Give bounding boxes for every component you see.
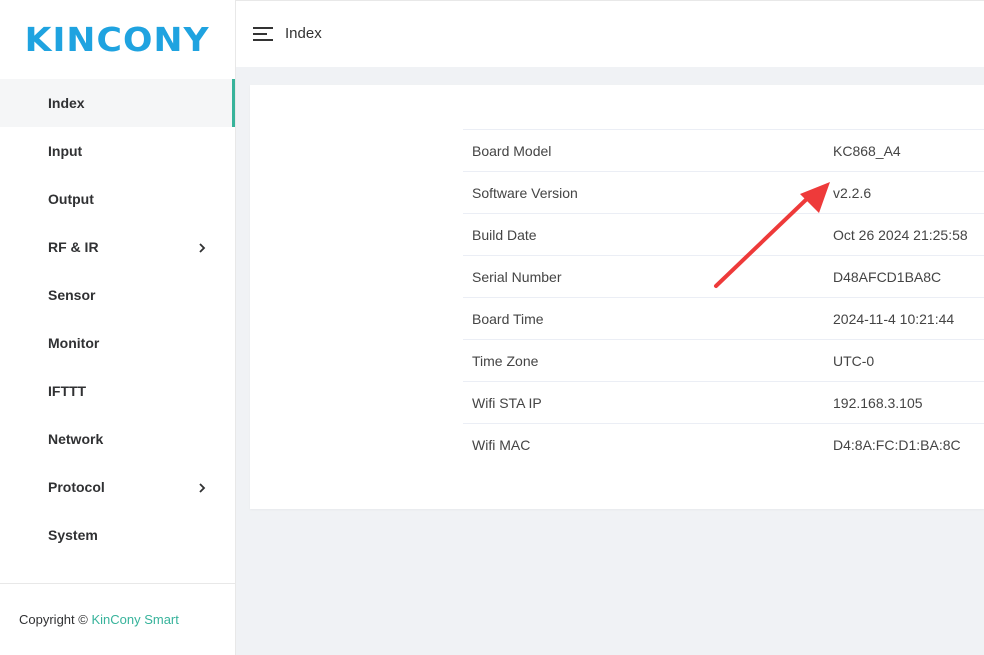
logo-text: KINCONY: [24, 20, 211, 59]
sidebar-item-label: Protocol: [48, 479, 105, 495]
copyright-prefix: Copyright ©: [19, 612, 88, 627]
sidebar-item-label: Monitor: [48, 335, 100, 351]
row-key: Board Model: [463, 129, 824, 172]
row-value: UTC-0: [824, 339, 984, 382]
table-row: Wifi MAC D4:8A:FC:D1:BA:8C: [463, 423, 984, 466]
row-key: Time Zone: [463, 339, 824, 382]
table-row: Time Zone UTC-0: [463, 339, 984, 382]
row-value: D48AFCD1BA8C: [824, 255, 984, 298]
sidebar-item-input[interactable]: Input: [0, 127, 235, 175]
row-key: Board Time: [463, 297, 824, 340]
table-row: Board Time 2024-11-4 10:21:44: [463, 297, 984, 340]
sidebar-item-protocol[interactable]: Protocol: [0, 463, 235, 511]
sidebar-item-label: Sensor: [48, 287, 96, 303]
row-value: 2024-11-4 10:21:44: [824, 297, 984, 340]
row-value: 192.168.3.105: [824, 381, 984, 424]
sidebar-item-label: Input: [48, 143, 83, 159]
table-row: Board Model KC868_A4: [463, 129, 984, 172]
chevron-right-icon: [196, 463, 208, 511]
sidebar-item-sensor[interactable]: Sensor: [0, 271, 235, 319]
chevron-right-icon: [196, 223, 208, 271]
table-row: Wifi STA IP 192.168.3.105: [463, 381, 984, 424]
hamburger-icon[interactable]: [253, 27, 273, 42]
sidebar-item-index[interactable]: Index: [0, 79, 235, 127]
row-value: v2.2.6: [824, 171, 984, 214]
sidebar-item-label: Network: [48, 431, 104, 447]
info-card: Board Model KC868_A4 Software Version v2.2.…: [250, 85, 984, 509]
row-value: Oct 26 2024 21:25:58: [824, 213, 984, 256]
logo[interactable]: KINCONY: [0, 0, 235, 79]
sidebar-menu: Index Input Output RF & IR Sensor Monito…: [0, 79, 235, 559]
sidebar-item-output[interactable]: Output: [0, 175, 235, 223]
sidebar-item-label: RF & IR: [48, 239, 99, 255]
sidebar-item-system[interactable]: System: [0, 511, 235, 559]
top-header: Index: [236, 0, 984, 67]
sidebar-item-label: Output: [48, 191, 94, 207]
sidebar-item-ifttt[interactable]: IFTTT: [0, 367, 235, 415]
row-value: D4:8A:FC:D1:BA:8C: [824, 423, 984, 466]
page-title: Index: [285, 25, 322, 42]
sidebar-item-network[interactable]: Network: [0, 415, 235, 463]
row-value: KC868_A4: [824, 129, 984, 172]
divider: [0, 583, 235, 584]
copyright: Copyright © KinCony Smart: [19, 612, 179, 627]
sidebar-item-label: Index: [48, 95, 85, 111]
sidebar: KINCONY Index Input Output RF & IR Senso…: [0, 0, 236, 655]
row-key: Wifi STA IP: [463, 381, 824, 424]
sidebar-item-label: System: [48, 527, 98, 543]
copyright-brand-link[interactable]: KinCony Smart: [91, 612, 178, 627]
sidebar-item-monitor[interactable]: Monitor: [0, 319, 235, 367]
sidebar-item-rf-ir[interactable]: RF & IR: [0, 223, 235, 271]
annotation-arrow: [714, 182, 830, 288]
sidebar-item-label: IFTTT: [48, 383, 87, 399]
row-key: Wifi MAC: [463, 423, 824, 466]
